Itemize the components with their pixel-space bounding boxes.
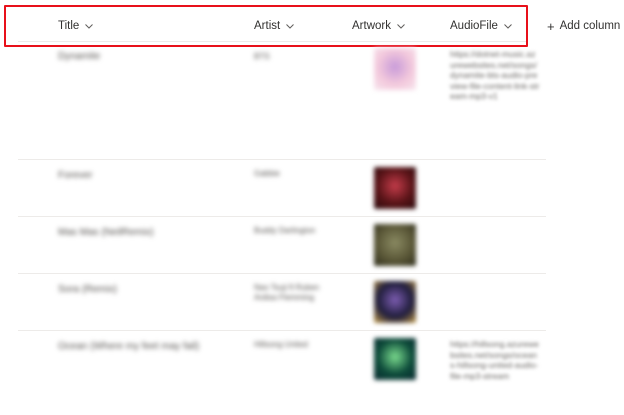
cell-artist: Buddy Darlington bbox=[254, 226, 316, 235]
artwork-thumbnail bbox=[374, 338, 416, 380]
artwork-thumbnail bbox=[374, 281, 416, 323]
cell-artist: Nao Tsuji ft Ruben Ardisa Flemming bbox=[254, 283, 320, 302]
table-row[interactable]: Forever Gabbie bbox=[18, 159, 546, 217]
cell-title: Dynamite bbox=[58, 51, 101, 62]
column-header-label: Artist bbox=[254, 20, 281, 32]
plus-icon: + bbox=[547, 18, 555, 34]
cell-title: Forever bbox=[58, 170, 93, 181]
cell-artist: Hillsong United bbox=[254, 340, 308, 349]
chevron-down-icon bbox=[84, 21, 94, 31]
add-column-button[interactable]: + Add column bbox=[547, 0, 620, 52]
table-row[interactable]: Dynamite BTS https://dotnet-music.azurew… bbox=[18, 41, 546, 160]
column-header-label: Artwork bbox=[352, 20, 391, 32]
artwork-thumbnail bbox=[374, 224, 416, 266]
cell-title: Sora (Remix) bbox=[58, 284, 117, 295]
table-row[interactable]: Mas Mas (NeilRemix) Buddy Darlington bbox=[18, 216, 546, 274]
chevron-down-icon bbox=[503, 21, 513, 31]
cell-audiofile[interactable]: https://dotnet-music.azurewebsites.net/s… bbox=[450, 49, 540, 102]
table-row[interactable]: Sora (Remix) Nao Tsuji ft Ruben Ardisa F… bbox=[18, 273, 546, 331]
chevron-down-icon bbox=[396, 21, 406, 31]
column-header-label: Title bbox=[58, 20, 80, 32]
table-row[interactable]: Ocean (Where my feet may fail) Hillsong … bbox=[18, 330, 546, 400]
add-column-label: Add column bbox=[559, 20, 621, 32]
cell-artist: Gabbie bbox=[254, 169, 280, 178]
artwork-thumbnail bbox=[374, 48, 416, 90]
column-header-label: AudioFile bbox=[450, 20, 498, 32]
cell-title: Mas Mas (NeilRemix) bbox=[58, 227, 154, 238]
chevron-down-icon bbox=[285, 21, 295, 31]
cell-title: Ocean (Where my feet may fail) bbox=[58, 341, 200, 352]
cell-artist: BTS bbox=[254, 52, 270, 61]
artwork-thumbnail bbox=[374, 167, 416, 209]
cell-audiofile[interactable]: https://hillsong.azurewebsites.net/songs… bbox=[450, 339, 540, 381]
